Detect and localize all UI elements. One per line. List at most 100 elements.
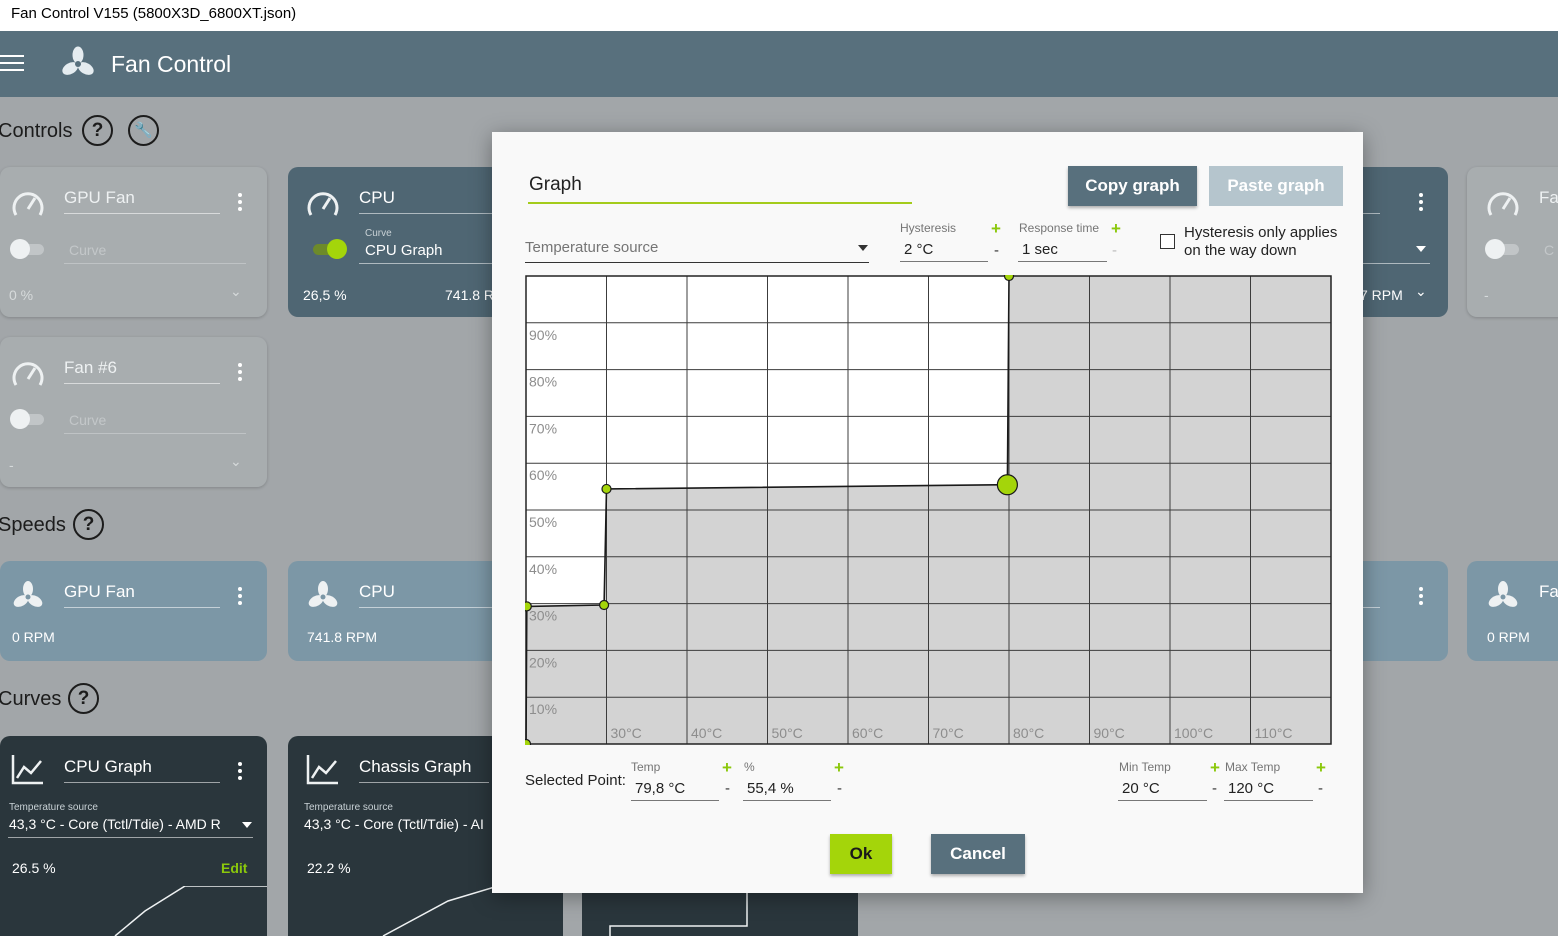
hysteresis-down-checkbox[interactable] — [1160, 234, 1175, 249]
hysteresis-plus-button[interactable]: + — [991, 219, 1001, 239]
response-time-input[interactable]: 1 sec — [1018, 238, 1107, 262]
temperature-source-select[interactable]: Temperature source — [525, 237, 869, 263]
control-card-far-right[interactable]: Fa C - — [1467, 167, 1558, 317]
enable-toggle[interactable] — [10, 409, 48, 429]
chevron-down-icon[interactable]: ⌄ — [230, 453, 242, 470]
y-tick-label: 30% — [529, 608, 557, 624]
fan-icon — [1488, 581, 1518, 607]
speed-card-gpu-fan[interactable]: GPU Fan 0 RPM — [0, 561, 267, 661]
cancel-button[interactable]: Cancel — [931, 834, 1025, 874]
enable-toggle[interactable] — [309, 239, 347, 259]
enable-toggle[interactable] — [1485, 239, 1523, 259]
x-tick-label: 70°C — [933, 725, 964, 741]
curve-point-selected[interactable] — [996, 474, 1018, 496]
paste-graph-button[interactable]: Paste graph — [1209, 166, 1343, 206]
speed-name[interactable]: CPU — [359, 582, 395, 602]
speed-card-far-right[interactable]: Fa 0 RPM — [1467, 561, 1558, 661]
edit-link[interactable]: Edit — [221, 860, 247, 876]
hysteresis-minus-button[interactable]: - — [994, 242, 999, 259]
more-icon[interactable] — [238, 363, 242, 384]
more-icon[interactable] — [238, 587, 242, 608]
wrench-icon[interactable]: 🔧 — [128, 115, 159, 146]
help-icon[interactable]: ? — [82, 115, 113, 146]
max-temp-plus-button[interactable]: + — [1316, 758, 1326, 778]
enable-toggle[interactable] — [10, 239, 48, 259]
y-tick-label: 50% — [529, 514, 557, 530]
name-underline — [64, 213, 220, 214]
selected-temp-plus-button[interactable]: + — [722, 758, 732, 778]
selected-pct-plus-button[interactable]: + — [834, 758, 844, 778]
max-temp-minus-button[interactable]: - — [1318, 780, 1323, 797]
control-card-fan6[interactable]: Fan #6 Curve - ⌄ — [0, 337, 267, 487]
dropdown-arrow-icon[interactable] — [242, 822, 252, 828]
fan-icon — [13, 581, 43, 607]
gauge-icon — [307, 192, 339, 216]
selected-temp-minus-button[interactable]: - — [725, 780, 730, 797]
selected-temp-input[interactable]: 79,8 °C — [631, 777, 719, 801]
curve-point[interactable] — [525, 601, 532, 612]
curve-point[interactable] — [1003, 275, 1015, 282]
y-tick-label: 20% — [529, 654, 557, 670]
temp-source-select[interactable]: 43,3 °C - Core (Tctl/Tdie) - AI — [304, 816, 492, 832]
more-icon[interactable] — [238, 762, 242, 783]
ok-button[interactable]: Ok — [830, 834, 892, 874]
control-card-gpu-fan[interactable]: GPU Fan Curve 0 % ⌄ — [0, 167, 267, 317]
control-name[interactable]: Fa — [1539, 188, 1558, 208]
curve-underline — [64, 263, 246, 264]
copy-graph-button[interactable]: Copy graph — [1068, 166, 1197, 206]
min-temp-minus-button[interactable]: - — [1212, 780, 1217, 797]
help-icon[interactable]: ? — [73, 509, 104, 540]
window-title: Fan Control V155 (5800X3D_6800XT.json) — [0, 0, 1558, 31]
section-title-speeds: Speeds — [0, 514, 66, 536]
rpm-value: 7 RPM — [1360, 287, 1403, 303]
curve-select[interactable]: CPU Graph — [365, 242, 443, 259]
x-tick-label: 110°C — [1255, 725, 1293, 741]
curve-select[interactable]: Curve — [69, 412, 106, 428]
curve-select[interactable]: C — [1544, 242, 1554, 258]
selected-pct-input[interactable]: 55,4 % — [743, 777, 831, 801]
curve-point[interactable] — [598, 599, 610, 611]
fan-curve-graph[interactable]: 30°C 40°C 50°C 60°C 70°C 80°C 90°C 100°C 110°C 10… — [525, 275, 1332, 745]
selected-point-label: Selected Point: — [525, 772, 626, 789]
curve-name[interactable]: Chassis Graph — [359, 757, 471, 777]
x-tick-label: 60°C — [852, 725, 883, 741]
more-icon[interactable] — [1419, 193, 1423, 214]
speed-name[interactable]: GPU Fan — [64, 582, 135, 602]
curve-card-cpu-graph[interactable]: CPU Graph Temperature source 43,3 °C - C… — [0, 736, 267, 936]
more-icon[interactable] — [1419, 587, 1423, 608]
min-temp-plus-button[interactable]: + — [1210, 758, 1220, 778]
temp-source-select[interactable]: 43,3 °C - Core (Tctl/Tdie) - AMD R — [9, 816, 235, 832]
control-name[interactable]: CPU — [359, 188, 395, 208]
speed-name[interactable]: Fa — [1539, 582, 1558, 602]
min-temp-input[interactable]: 20 °C — [1118, 777, 1207, 801]
response-time-label: Response time — [1019, 221, 1100, 235]
dropdown-arrow-icon[interactable] — [1416, 246, 1426, 252]
control-name[interactable]: Fan #6 — [64, 358, 117, 378]
curve-underline — [64, 433, 246, 434]
curve-select[interactable]: Curve — [69, 242, 106, 258]
hysteresis-input[interactable]: 2 °C — [900, 238, 988, 262]
curve-point[interactable] — [601, 483, 612, 495]
name-underline — [359, 782, 489, 783]
y-tick-label: 90% — [529, 327, 557, 343]
percent-value: - — [9, 457, 14, 473]
response-time-minus-button[interactable]: - — [1112, 242, 1117, 259]
rpm-value: 741.8 RPM — [307, 629, 378, 645]
more-icon[interactable] — [238, 193, 242, 214]
curve-name[interactable]: CPU Graph — [64, 757, 152, 777]
control-name[interactable]: GPU Fan — [64, 188, 135, 208]
x-tick-label: 90°C — [1094, 725, 1125, 741]
graph-name-input[interactable]: Graph — [528, 172, 912, 204]
percent-value: 26,5 % — [303, 287, 347, 303]
menu-icon[interactable] — [0, 55, 24, 73]
min-temp-label: Min Temp — [1119, 760, 1171, 774]
chevron-down-icon[interactable]: ⌄ — [1415, 283, 1427, 300]
selected-pct-minus-button[interactable]: - — [837, 780, 842, 797]
chevron-down-icon[interactable]: ⌄ — [230, 283, 242, 300]
max-temp-input[interactable]: 120 °C — [1224, 777, 1313, 801]
help-icon[interactable]: ? — [68, 683, 99, 714]
percent-value: 26.5 % — [12, 860, 56, 876]
response-time-plus-button[interactable]: + — [1111, 219, 1121, 239]
fan-icon — [308, 581, 338, 607]
y-tick-label: 80% — [529, 374, 557, 390]
